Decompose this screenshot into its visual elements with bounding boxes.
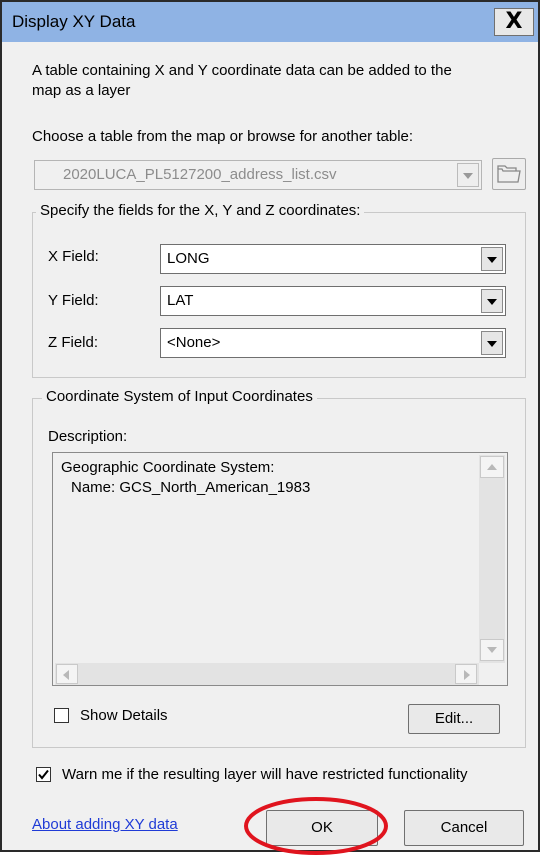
about-adding-xy-link[interactable]: About adding XY data: [32, 816, 178, 833]
intro-text-line1: A table containing X and Y coordinate da…: [32, 62, 452, 79]
coord-system-legend: Coordinate System of Input Coordinates: [42, 388, 317, 405]
x-field-value: LONG: [167, 250, 210, 267]
table-combo[interactable]: 2020LUCA_PL5127200_address_list.csv: [34, 160, 482, 190]
choose-table-label: Choose a table from the map or browse fo…: [32, 128, 414, 145]
z-field-value: <None>: [167, 334, 221, 351]
fields-group-legend: Specify the fields for the X, Y and Z co…: [36, 202, 365, 219]
description-textarea[interactable]: Geographic Coordinate System: Name: GCS_…: [52, 452, 508, 686]
description-line2: Name: GCS_North_American_1983: [71, 479, 311, 496]
y-field-label: Y Field:: [48, 292, 99, 309]
dialog-title: Display XY Data: [12, 12, 136, 31]
scroll-down-icon[interactable]: [480, 639, 504, 661]
scroll-right-icon[interactable]: [455, 664, 477, 684]
scroll-up-icon[interactable]: [480, 456, 504, 478]
dropdown-arrow-icon[interactable]: [481, 289, 503, 313]
y-field-value: LAT: [167, 292, 194, 309]
table-combo-value: 2020LUCA_PL5127200_address_list.csv: [63, 166, 337, 183]
show-details-label: Show Details: [80, 707, 168, 724]
horizontal-scrollbar[interactable]: [55, 663, 479, 685]
description-line1: Geographic Coordinate System:: [61, 459, 275, 476]
y-field-select[interactable]: LAT: [160, 286, 506, 316]
title-bar[interactable]: Display XY Data X: [2, 2, 538, 42]
description-label: Description:: [48, 428, 128, 445]
display-xy-data-dialog: Display XY Data X A table containing X a…: [0, 0, 540, 852]
dropdown-arrow-icon: [457, 163, 479, 187]
browse-button[interactable]: [492, 158, 526, 190]
folder-browse-icon: [497, 165, 521, 183]
warn-checkbox[interactable]: [36, 767, 51, 782]
intro-text-line2: map as a layer: [32, 82, 131, 99]
ok-button[interactable]: OK: [266, 810, 378, 846]
show-details-checkbox[interactable]: [54, 708, 69, 723]
z-field-select[interactable]: <None>: [160, 328, 506, 358]
checkmark-icon: [38, 769, 49, 780]
vertical-scrollbar[interactable]: [479, 455, 505, 663]
dropdown-arrow-icon[interactable]: [481, 331, 503, 355]
close-icon: X: [505, 9, 523, 34]
x-field-select[interactable]: LONG: [160, 244, 506, 274]
z-field-label: Z Field:: [48, 334, 99, 351]
scroll-left-icon[interactable]: [56, 664, 78, 684]
x-field-label: X Field:: [48, 248, 99, 265]
cancel-button[interactable]: Cancel: [404, 810, 524, 846]
close-button[interactable]: X: [494, 8, 534, 36]
dropdown-arrow-icon[interactable]: [481, 247, 503, 271]
edit-button[interactable]: Edit...: [408, 704, 500, 734]
warn-label: Warn me if the resulting layer will have…: [62, 766, 468, 783]
